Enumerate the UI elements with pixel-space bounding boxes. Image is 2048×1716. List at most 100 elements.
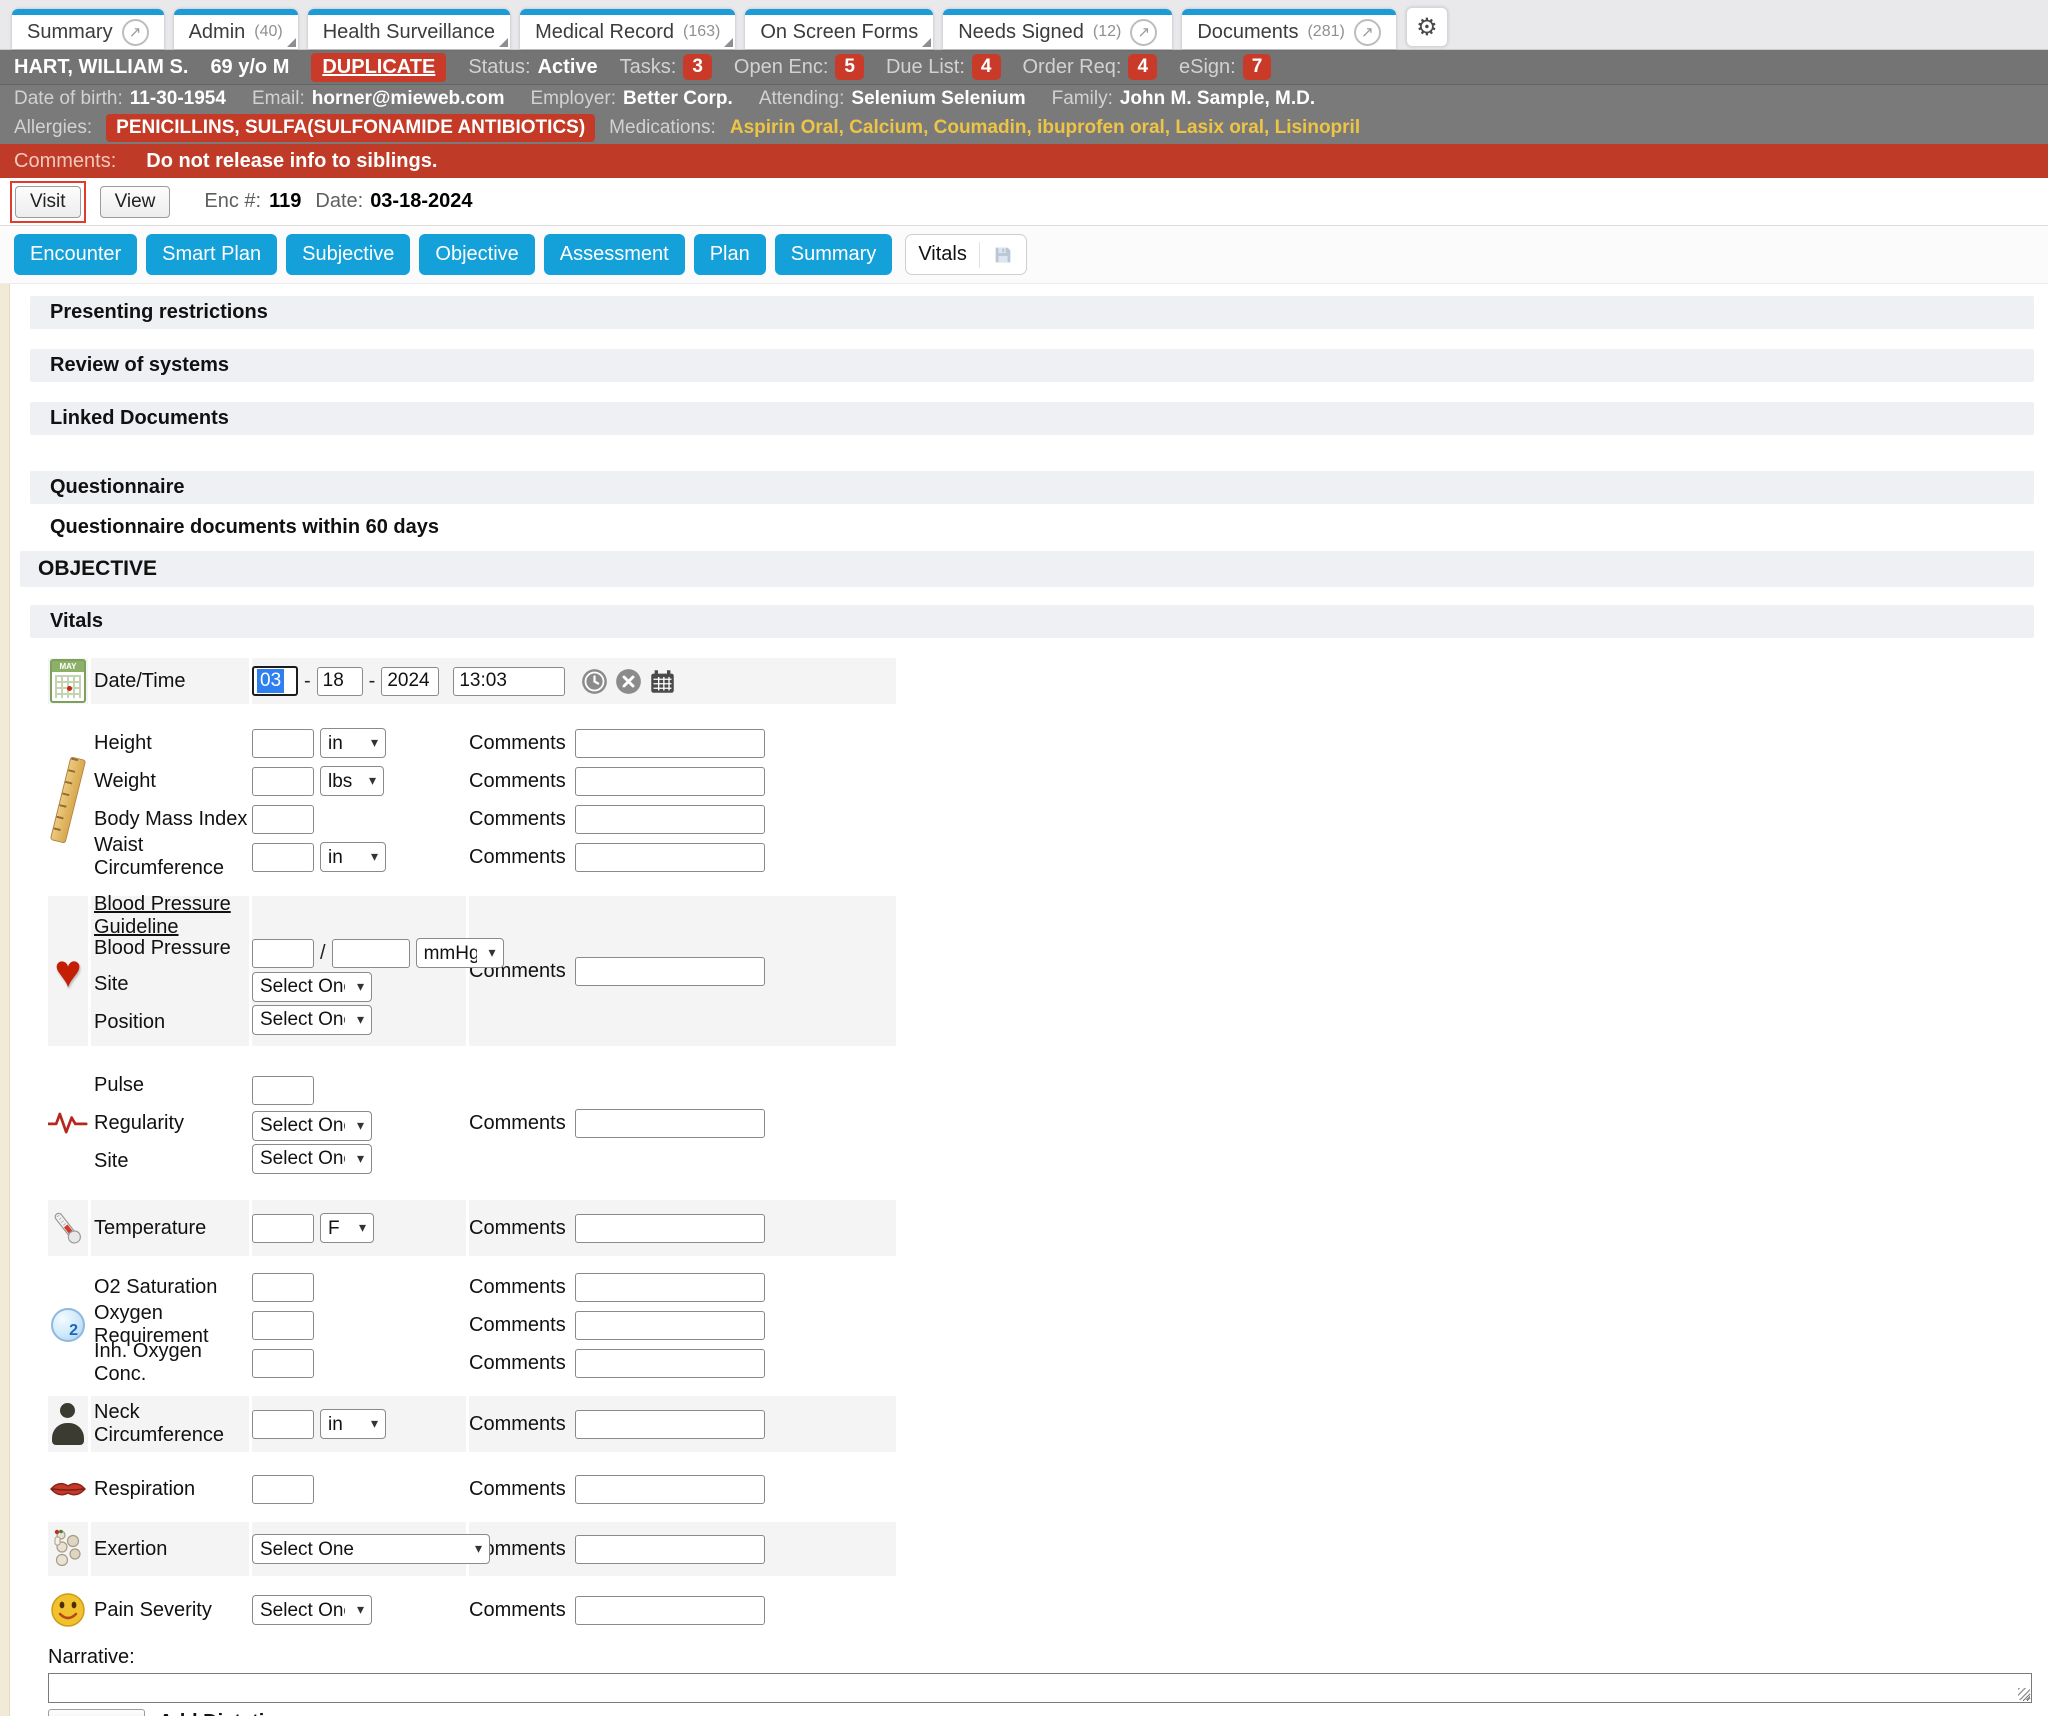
due-list-count-badge[interactable]: 4 bbox=[972, 54, 1001, 80]
temperature-input[interactable] bbox=[252, 1214, 314, 1243]
height-comments-input[interactable] bbox=[575, 729, 765, 758]
calendar-picker-icon[interactable] bbox=[649, 668, 676, 695]
o2-icon: 2 bbox=[51, 1308, 85, 1342]
bp-diastolic-input[interactable] bbox=[332, 939, 410, 968]
pulse-comments-input[interactable] bbox=[575, 1109, 765, 1138]
o2-saturation-comments-input[interactable] bbox=[575, 1273, 765, 1302]
tab-vitals-active[interactable]: Vitals bbox=[905, 234, 1027, 275]
tab-summary[interactable]: Summary ↗ bbox=[12, 9, 164, 49]
exertion-select[interactable]: Select One bbox=[252, 1534, 490, 1564]
neck-input[interactable] bbox=[252, 1410, 314, 1439]
tab-admin[interactable]: Admin (40) bbox=[174, 9, 298, 49]
date-month-input[interactable]: 03 bbox=[252, 666, 298, 696]
section-objective[interactable]: OBJECTIVE bbox=[20, 551, 2034, 587]
encounter-button[interactable]: Encounter bbox=[14, 234, 137, 275]
save-icon[interactable] bbox=[992, 244, 1014, 266]
neck-comments-input[interactable] bbox=[575, 1410, 765, 1439]
bp-site-select[interactable]: Select One bbox=[252, 972, 372, 1002]
medications-list[interactable]: Aspirin Oral, Calcium, Coumadin, ibuprof… bbox=[730, 117, 1360, 139]
date-day-input[interactable] bbox=[317, 667, 363, 696]
pain-comments-input[interactable] bbox=[575, 1596, 765, 1625]
bp-position-select[interactable]: Select One bbox=[252, 1005, 372, 1035]
tab-health-surveillance[interactable]: Health Surveillance bbox=[308, 9, 510, 49]
settings-button[interactable]: ⚙ bbox=[1406, 7, 1448, 47]
neck-unit-select[interactable]: in bbox=[320, 1409, 386, 1439]
weight-unit-select[interactable]: lbs bbox=[320, 766, 384, 796]
smiley-icon bbox=[49, 1591, 87, 1629]
open-enc-count-badge[interactable]: 5 bbox=[835, 54, 864, 80]
oxygen-requirement-input[interactable] bbox=[252, 1311, 314, 1340]
respiration-icon-cell bbox=[48, 1464, 88, 1514]
pulse-input[interactable] bbox=[252, 1076, 314, 1105]
section-vitals[interactable]: Vitals bbox=[30, 605, 2034, 638]
pulse-site-label: Site bbox=[94, 1150, 128, 1173]
dob-value: 11-30-1954 bbox=[130, 88, 226, 110]
patient-comments-bar: Comments: Do not release info to sibling… bbox=[0, 144, 2048, 178]
bp-systolic-input[interactable] bbox=[252, 939, 314, 968]
bmi-comments-input[interactable] bbox=[575, 805, 765, 834]
view-button[interactable]: View bbox=[100, 186, 171, 218]
section-linked-documents[interactable]: Linked Documents bbox=[30, 402, 2034, 435]
waist-comments-input[interactable] bbox=[575, 843, 765, 872]
tab-on-screen-forms[interactable]: On Screen Forms bbox=[745, 9, 933, 49]
subjective-button[interactable]: Subjective bbox=[286, 234, 410, 275]
height-input[interactable] bbox=[252, 729, 314, 758]
summary-button[interactable]: Summary bbox=[775, 234, 893, 275]
section-presenting-restrictions[interactable]: Presenting restrictions bbox=[30, 296, 2034, 329]
date-separator: - bbox=[304, 670, 311, 693]
temperature-comments-input[interactable] bbox=[575, 1214, 765, 1243]
o2-saturation-input[interactable] bbox=[252, 1273, 314, 1302]
tab-documents[interactable]: Documents (281) ↗ bbox=[1182, 9, 1396, 49]
thermometer-icon bbox=[48, 1208, 88, 1248]
pulse-site-select[interactable]: Select One bbox=[252, 1144, 372, 1174]
gear-icon: ⚙ bbox=[1416, 13, 1438, 42]
narrative-textarea[interactable] bbox=[48, 1673, 2032, 1703]
bp-unit-select[interactable]: mmHg bbox=[416, 938, 504, 968]
temperature-unit-select[interactable]: F bbox=[320, 1213, 374, 1243]
waist-unit-select[interactable]: in bbox=[320, 842, 386, 872]
section-title: Vitals bbox=[50, 610, 103, 633]
date-year-input[interactable] bbox=[381, 667, 439, 696]
smart-plan-button[interactable]: Smart Plan bbox=[146, 234, 277, 275]
comments-label: Comments bbox=[469, 770, 566, 793]
waist-input[interactable] bbox=[252, 843, 314, 872]
oxygen-requirement-comments-input[interactable] bbox=[575, 1311, 765, 1340]
inh-oxygen-conc-input[interactable] bbox=[252, 1349, 314, 1378]
tab-needs-signed[interactable]: Needs Signed (12) ↗ bbox=[943, 9, 1172, 49]
o2-saturation-label: O2 Saturation bbox=[94, 1276, 217, 1299]
respiration-comments-input[interactable] bbox=[575, 1475, 765, 1504]
plan-button[interactable]: Plan bbox=[694, 234, 766, 275]
tab-count: (163) bbox=[683, 23, 720, 41]
inh-oxygen-conc-comments-input[interactable] bbox=[575, 1349, 765, 1378]
weight-input[interactable] bbox=[252, 767, 314, 796]
order-req-count-badge[interactable]: 4 bbox=[1128, 54, 1157, 80]
objective-button[interactable]: Objective bbox=[419, 234, 534, 275]
pain-severity-select[interactable]: Select One bbox=[252, 1595, 372, 1625]
bp-comments-input[interactable] bbox=[575, 957, 765, 986]
section-questionnaire[interactable]: Questionnaire bbox=[30, 471, 2034, 504]
exertion-comments-input[interactable] bbox=[575, 1535, 765, 1564]
comments-label: Comments bbox=[469, 1112, 566, 1135]
weight-comments-input[interactable] bbox=[575, 767, 765, 796]
pulse-regularity-select[interactable]: Select One bbox=[252, 1111, 372, 1141]
resize-grip-icon[interactable] bbox=[2018, 1688, 2030, 1700]
section-review-of-systems[interactable]: Review of systems bbox=[30, 349, 2034, 382]
respiration-input[interactable] bbox=[252, 1475, 314, 1504]
esign-count-badge[interactable]: 7 bbox=[1243, 54, 1272, 80]
height-unit-select[interactable]: in bbox=[320, 728, 386, 758]
clear-date-icon[interactable] bbox=[615, 668, 642, 695]
tab-medical-record[interactable]: Medical Record (163) bbox=[520, 9, 735, 49]
tasks-count-badge[interactable]: 3 bbox=[683, 54, 712, 80]
comments-label: Comments bbox=[469, 1217, 566, 1240]
time-input[interactable] bbox=[453, 667, 565, 696]
allergies-badge[interactable]: PENICILLINS, SULFA(SULFONAMIDE ANTIBIOTI… bbox=[106, 114, 595, 142]
section-title: Questionnaire bbox=[50, 476, 184, 499]
bmi-input[interactable] bbox=[252, 805, 314, 834]
spell-check-button[interactable]: Spell Check bbox=[48, 1709, 145, 1716]
clock-icon[interactable] bbox=[581, 668, 608, 695]
neck-icon-cell bbox=[48, 1396, 88, 1452]
assessment-button[interactable]: Assessment bbox=[544, 234, 685, 275]
add-dictation-link[interactable]: Add Dictation bbox=[159, 1711, 289, 1716]
visit-button[interactable]: Visit bbox=[15, 186, 81, 218]
external-link-icon: ↗ bbox=[1130, 19, 1157, 46]
